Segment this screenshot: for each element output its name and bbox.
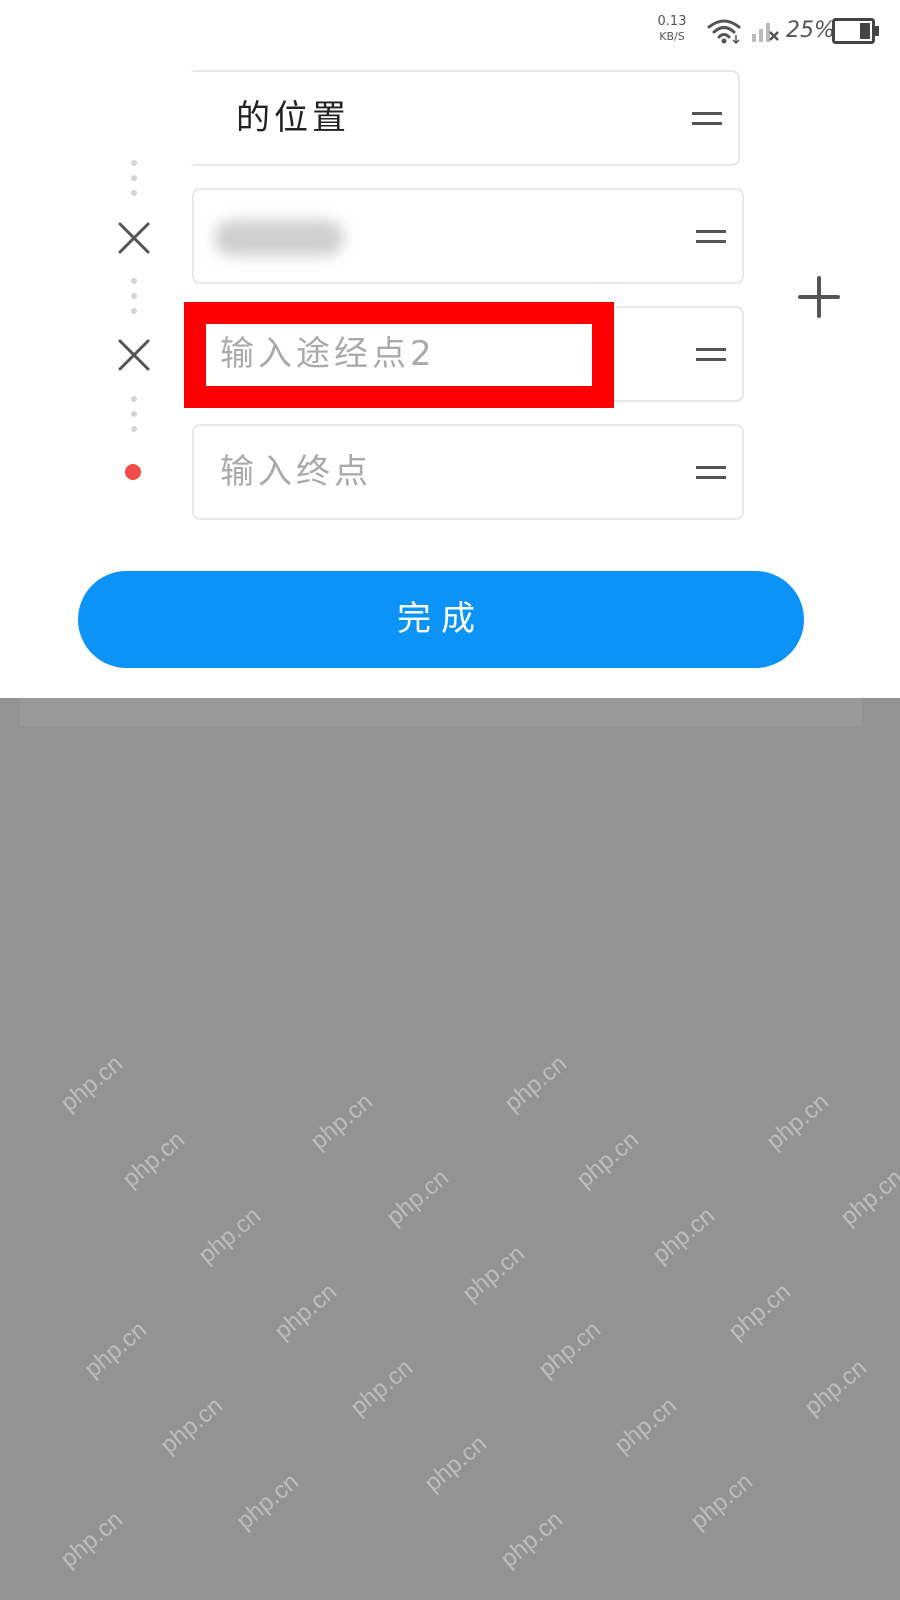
watermark: php.cn (155, 1392, 228, 1460)
network-speed-unit: KB/S (659, 30, 685, 43)
watermark: php.cn (723, 1278, 796, 1346)
destination-placeholder: 输入终点 (220, 452, 372, 492)
route-dot (131, 411, 137, 417)
route-dot (131, 278, 137, 284)
watermark: php.cn (685, 1468, 758, 1536)
watermark: php.cn (761, 1088, 834, 1156)
watermark: php.cn (269, 1278, 342, 1346)
watermark: php.cn (533, 1316, 606, 1384)
status-bar: 0.13 KB/S 25% (640, 0, 900, 60)
route-dot (131, 175, 137, 181)
watermark: php.cn (55, 1506, 128, 1574)
waypoint2-placeholder: 输入途经点2 (220, 334, 436, 374)
watermark: php.cn (799, 1354, 872, 1422)
blurred-waypoint-value (214, 220, 344, 256)
watermark: php.cn (835, 1164, 900, 1232)
overlay-shadow (20, 698, 862, 726)
route-dot (131, 426, 137, 432)
destination-field[interactable]: 输入终点 (192, 424, 744, 520)
drag-handle-icon[interactable] (696, 346, 726, 364)
remove-waypoint2-icon[interactable] (116, 337, 152, 373)
watermark: php.cn (305, 1088, 378, 1156)
battery-icon (832, 18, 879, 44)
dim-overlay: php.cn php.cn php.cn php.cn php.cn php.c… (0, 698, 900, 1600)
watermark: php.cn (345, 1354, 418, 1422)
add-waypoint-icon[interactable] (798, 276, 840, 318)
route-dot (131, 190, 137, 196)
drag-handle-icon[interactable] (696, 228, 726, 246)
start-field[interactable]: 我的位置 (188, 70, 740, 166)
watermark: php.cn (381, 1164, 454, 1232)
watermark: php.cn (117, 1126, 190, 1194)
drag-handle-icon[interactable] (692, 110, 722, 128)
watermark: php.cn (499, 1050, 572, 1118)
watermark: php.cn (231, 1468, 304, 1536)
remove-waypoint1-icon[interactable] (116, 220, 152, 256)
route-dot (131, 160, 137, 166)
waypoint1-field[interactable] (192, 188, 744, 284)
wifi-icon (707, 19, 741, 45)
watermark: php.cn (495, 1506, 568, 1574)
watermark: php.cn (193, 1202, 266, 1270)
signal-icon (752, 23, 779, 42)
network-speed-value: 0.13 (657, 14, 687, 29)
done-button[interactable]: 完成 (78, 571, 804, 668)
network-speed: 0.13 KB/S (650, 14, 694, 44)
waypoint2-field[interactable]: 输入途经点2 (192, 306, 744, 402)
watermark: php.cn (79, 1316, 152, 1384)
watermark: php.cn (609, 1392, 682, 1460)
drag-handle-icon[interactable] (696, 464, 726, 482)
watermark: php.cn (647, 1202, 720, 1270)
route-dot (131, 293, 137, 299)
battery-percent: 25% (786, 18, 835, 43)
route-dot (131, 396, 137, 402)
watermark: php.cn (419, 1430, 492, 1498)
destination-dot (125, 464, 141, 480)
watermark: php.cn (457, 1240, 530, 1308)
start-field-mask (190, 72, 234, 164)
watermark: php.cn (571, 1126, 644, 1194)
watermark: php.cn (55, 1050, 128, 1118)
route-dot (131, 308, 137, 314)
